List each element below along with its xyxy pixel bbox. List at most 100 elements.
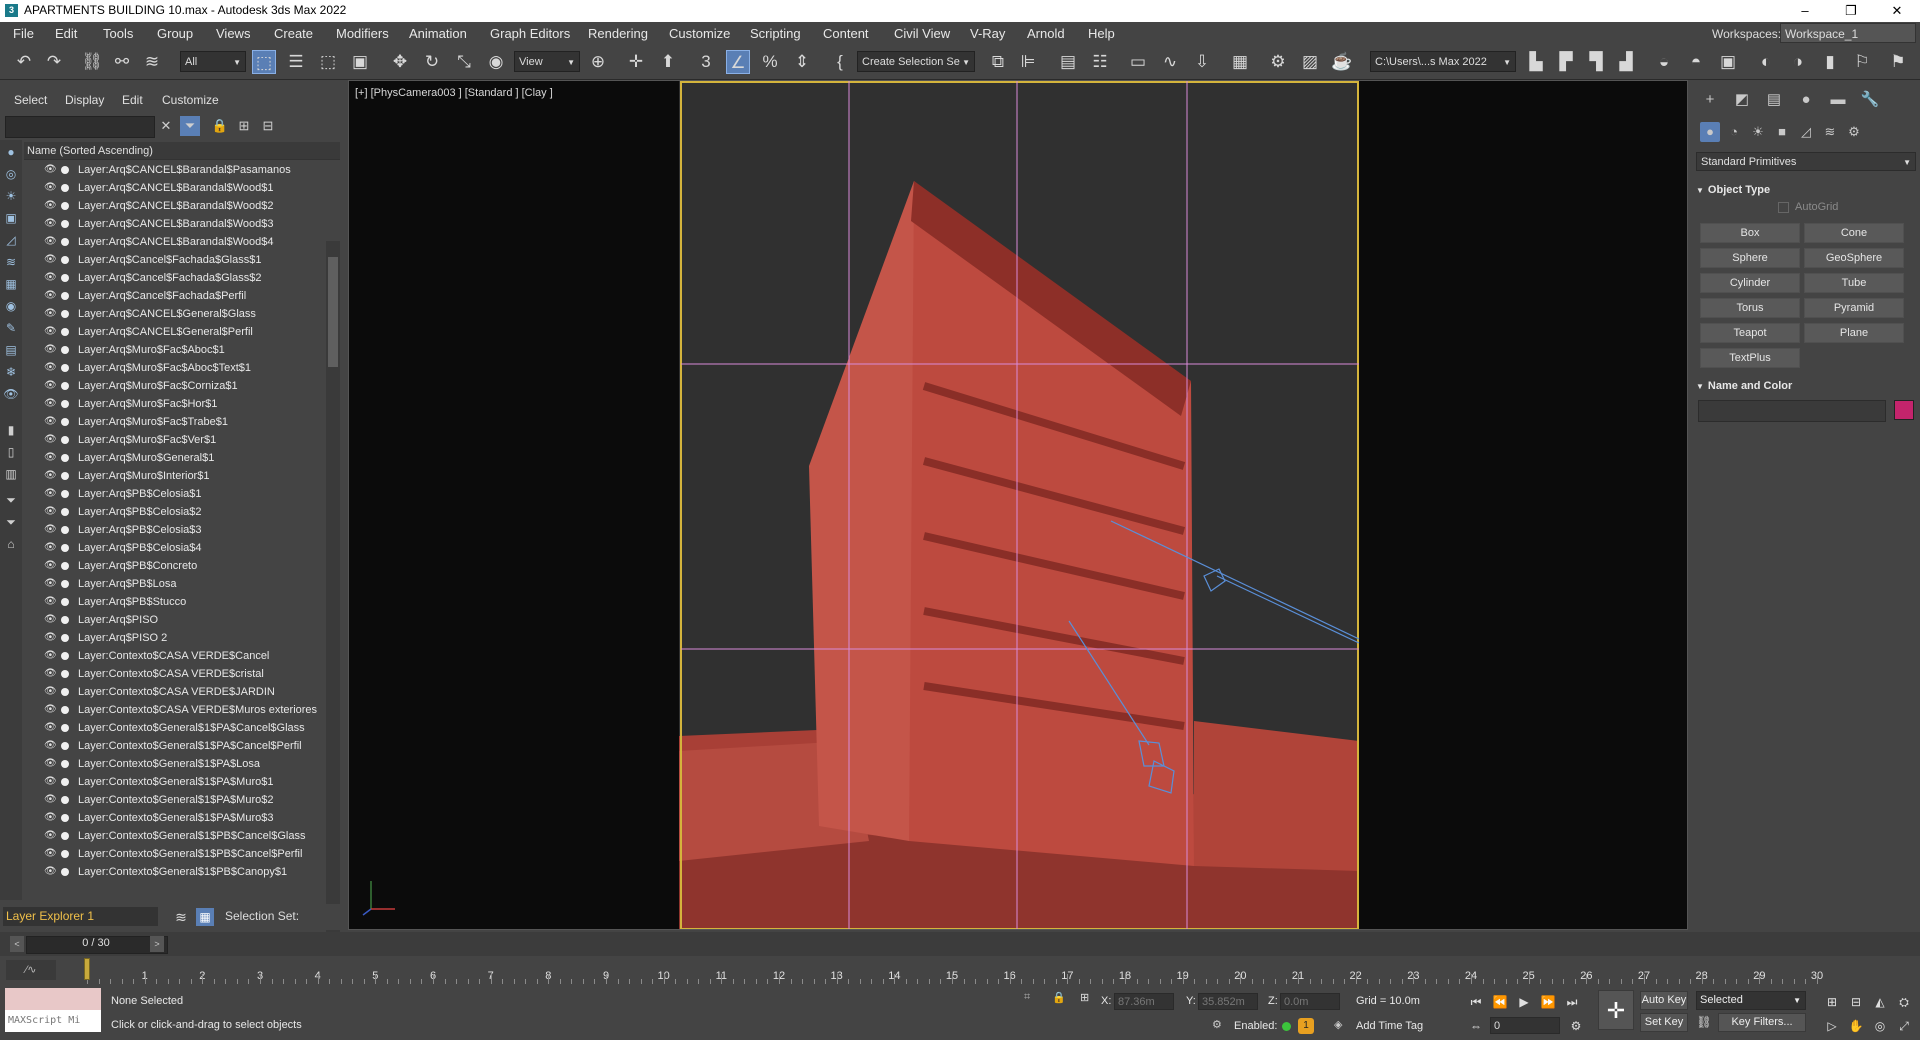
display-cameras-icon[interactable]: ▣ [3, 210, 19, 226]
visibility-eye-icon[interactable]: 👁 [44, 683, 58, 701]
layers-stack-icon[interactable]: ≋ [172, 908, 190, 926]
toggle-layer-explorer-icon[interactable]: ☷ [1088, 50, 1112, 74]
layer-row[interactable]: 👁 Layer:Contexto$General$1$PB$Canopy$1 [24, 863, 324, 879]
layer-row[interactable]: 👁 Layer:Contexto$General$1$PA$Muro$3 [24, 809, 324, 827]
cone-button[interactable]: Cone [1804, 223, 1904, 243]
layer-row[interactable]: 👁 Layer:Arq$Muro$General$1 [24, 449, 324, 467]
visibility-eye-icon[interactable]: 👁 [44, 827, 58, 845]
curve-editor-icon[interactable]: ∿ [1158, 50, 1182, 74]
select-rotate-icon[interactable]: ↻ [420, 50, 444, 74]
go-to-end-icon[interactable]: ⏭ [1562, 992, 1582, 1012]
freeze-toggle-icon[interactable] [61, 508, 69, 516]
visibility-eye-icon[interactable]: 👁 [44, 593, 58, 611]
arnold-render-icon[interactable]: ◑ [1786, 50, 1810, 74]
layer-row[interactable]: 👁 Layer:Arq$Muro$Fac$Corniza$1 [24, 377, 324, 395]
select-place-icon[interactable]: ◉ [484, 50, 508, 74]
menu-animation[interactable]: Animation [409, 26, 467, 41]
menu-tools[interactable]: Tools [103, 26, 133, 41]
visibility-eye-icon[interactable]: 👁 [44, 629, 58, 647]
display-lights-icon[interactable]: ☀ [3, 188, 19, 204]
visibility-eye-icon[interactable]: 👁 [44, 809, 58, 827]
visibility-eye-icon[interactable]: 👁 [44, 521, 58, 539]
menu-group[interactable]: Group [157, 26, 193, 41]
notification-badge[interactable]: 1 [1298, 1018, 1314, 1034]
select-scale-icon[interactable]: ⤡ [452, 50, 476, 74]
layer-row[interactable]: 👁 Layer:Arq$Muro$Fac$Aboc$Text$1 [24, 359, 324, 377]
freeze-toggle-icon[interactable] [61, 742, 69, 750]
dome-light-icon[interactable]: ◓ [1684, 50, 1708, 74]
freeze-toggle-icon[interactable] [61, 490, 69, 498]
toggle-scene-explorer-icon[interactable]: ▤ [1056, 50, 1080, 74]
filter-selected-icon[interactable]: ⏷ [3, 514, 19, 530]
freeze-toggle-icon[interactable] [61, 382, 69, 390]
hierarchy-tab-icon[interactable]: ▤ [1764, 90, 1784, 110]
layer-row[interactable]: 👁 Layer:Arq$PISO 2 [24, 629, 324, 647]
play-icon[interactable]: ▶ [1514, 992, 1534, 1012]
arnold-tools-icon[interactable]: ⚐ [1850, 50, 1874, 74]
visibility-eye-icon[interactable]: 👁 [44, 467, 58, 485]
menu-graph-editors[interactable]: Graph Editors [490, 26, 570, 41]
visibility-eye-icon[interactable]: 👁 [44, 251, 58, 269]
layer-row[interactable]: 👁 Layer:Contexto$CASA VERDE$cristal [24, 665, 324, 683]
visibility-eye-icon[interactable]: 👁 [44, 737, 58, 755]
freeze-toggle-icon[interactable] [61, 238, 69, 246]
expand-all-icon[interactable]: ⊟ [258, 116, 278, 136]
z-coordinate-field[interactable]: 0.0m [1280, 993, 1340, 1010]
freeze-toggle-icon[interactable] [61, 562, 69, 570]
layer-row[interactable]: 👁 Layer:Contexto$General$1$PA$Cancel$Perf… [24, 737, 324, 755]
layer-row[interactable]: 👁 Layer:Arq$CANCEL$Barandal$Wood$1 [24, 179, 324, 197]
walk-through-icon[interactable]: ⛭ [1894, 992, 1914, 1012]
freeze-toggle-icon[interactable] [61, 778, 69, 786]
freeze-toggle-icon[interactable] [61, 292, 69, 300]
key-filter-icon[interactable]: ⛓ [1694, 1012, 1714, 1032]
freeze-toggle-icon[interactable] [61, 706, 69, 714]
visibility-eye-icon[interactable]: 👁 [44, 539, 58, 557]
edit-named-selection-icon[interactable]: { [828, 50, 852, 74]
select-object-icon[interactable]: ⬚ [252, 50, 276, 74]
freeze-toggle-icon[interactable] [61, 256, 69, 264]
isolate-selection-icon[interactable]: ⌗ [1024, 991, 1030, 1004]
pivot-center-icon[interactable]: ⊕ [586, 50, 610, 74]
selection-set-icon[interactable]: ▦ [196, 908, 214, 926]
display-geometry-icon[interactable]: ● [3, 144, 19, 160]
box-button[interactable]: Box [1700, 223, 1800, 243]
explorer-vertical-scrollbar[interactable] [326, 241, 340, 965]
helpers-category-icon[interactable]: ◿ [1796, 122, 1816, 142]
freeze-toggle-icon[interactable] [61, 670, 69, 678]
freeze-toggle-icon[interactable] [61, 724, 69, 732]
primitive-type-dropdown[interactable]: Standard Primitives ▼ [1696, 152, 1916, 171]
teapot-icon[interactable]: ◒ [1652, 50, 1676, 74]
visibility-eye-icon[interactable]: 👁 [44, 161, 58, 179]
layer-row[interactable]: 👁 Layer:Arq$CANCEL$Barandal$Wood$3 [24, 215, 324, 233]
geometry-category-icon[interactable]: ● [1700, 122, 1720, 142]
maxscript-input[interactable]: MAXScript Mi [5, 1010, 101, 1032]
freeze-toggle-icon[interactable] [61, 454, 69, 462]
render-production-icon[interactable]: ☕ [1330, 50, 1354, 74]
menu-rendering[interactable]: Rendering [588, 26, 648, 41]
layer-row[interactable]: 👁 Layer:Contexto$General$1$PB$Cancel$Glas… [24, 827, 324, 845]
freeze-toggle-icon[interactable] [61, 544, 69, 552]
explorer-search-input[interactable] [5, 116, 155, 138]
visibility-eye-icon[interactable]: 👁 [44, 197, 58, 215]
cameras-category-icon[interactable]: ■ [1772, 122, 1792, 142]
freeze-toggle-icon[interactable] [61, 652, 69, 660]
spinner-snap-icon[interactable]: ⇕ [790, 50, 814, 74]
visibility-eye-icon[interactable]: 👁 [44, 791, 58, 809]
display-frozen-icon[interactable]: ❄ [3, 364, 19, 380]
dolly-camera-icon[interactable]: ▷ [1822, 1016, 1842, 1036]
visibility-eye-icon[interactable]: 👁 [44, 845, 58, 863]
menu-civil-view[interactable]: Civil View [894, 26, 950, 41]
visibility-eye-icon[interactable]: 👁 [44, 413, 58, 431]
freeze-toggle-icon[interactable] [61, 400, 69, 408]
mini-curve-editor-toggle[interactable]: ⁄∿ [6, 960, 56, 980]
freeze-toggle-icon[interactable] [61, 634, 69, 642]
cylinder-button[interactable]: Cylinder [1700, 273, 1800, 293]
visibility-eye-icon[interactable]: 👁 [44, 485, 58, 503]
align-icon[interactable]: ⊫ [1016, 50, 1040, 74]
layer-row[interactable]: 👁 Layer:Contexto$General$1$PA$Cancel$Glas… [24, 719, 324, 737]
visibility-eye-icon[interactable]: 👁 [44, 863, 58, 879]
freeze-toggle-icon[interactable] [61, 166, 69, 174]
visibility-eye-icon[interactable]: 👁 [44, 665, 58, 683]
selection-filter-dropdown[interactable]: All ▼ [180, 51, 246, 72]
set-key-big-button[interactable]: ✛ [1598, 990, 1634, 1030]
